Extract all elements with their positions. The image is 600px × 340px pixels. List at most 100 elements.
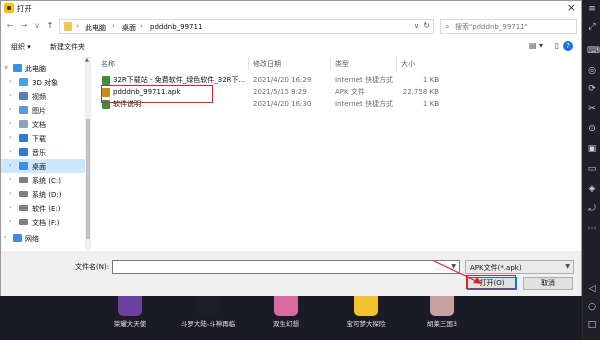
breadcrumb-folder[interactable]: pdddnb_99711 bbox=[150, 23, 202, 31]
keyboard-icon[interactable]: ⌨ bbox=[587, 46, 600, 56]
chevron-right-icon[interactable]: › bbox=[9, 176, 11, 183]
fullscreen-icon[interactable]: ⤢ bbox=[587, 22, 597, 32]
dialog-titlebar: 打开 × bbox=[1, 1, 581, 15]
download-icon bbox=[19, 134, 28, 142]
chevron-right-icon[interactable]: › bbox=[4, 234, 6, 241]
cancel-button[interactable]: 取消 bbox=[523, 277, 573, 290]
address-row: ← → ∨ ↑ › 此电脑 › 桌面 › pdddnb_99711 ∨ ↻ ⌕ bbox=[1, 15, 581, 37]
nav-item-pictures[interactable]: › 图片 bbox=[1, 103, 85, 117]
nav-item-drive-d[interactable]: › 系统 (D:) bbox=[1, 187, 85, 201]
nav-item-3d-objects[interactable]: › 3D 对象 bbox=[1, 75, 85, 89]
chevron-down-icon[interactable]: ∨ bbox=[414, 22, 419, 30]
dialog-footer: 文件名(N): ▼ APK文件(*.apk) ▼ 打开(O) 取消 bbox=[1, 251, 581, 296]
file-type: APK 文件 bbox=[335, 88, 365, 96]
annotation-highlight-open bbox=[466, 275, 516, 289]
nav-item-this-pc[interactable]: ∨ 此电脑 bbox=[1, 61, 85, 75]
filetype-value: APK文件(*.apk) bbox=[470, 264, 522, 272]
breadcrumb-separator: › bbox=[112, 22, 115, 30]
breadcrumb-separator: › bbox=[140, 22, 143, 30]
nav-item-desktop[interactable]: › 桌面 bbox=[1, 159, 85, 173]
menu-icon[interactable]: ≡ bbox=[587, 4, 597, 14]
chevron-right-icon[interactable]: › bbox=[9, 134, 11, 141]
computer-icon bbox=[13, 64, 22, 72]
chevron-right-icon[interactable]: › bbox=[9, 120, 11, 127]
breadcrumb-desktop[interactable]: 桌面 bbox=[122, 23, 136, 33]
forward-arrow-icon[interactable]: → bbox=[19, 20, 29, 32]
filename-label: 文件名(N): bbox=[75, 263, 110, 271]
folder-icon[interactable]: ▭ bbox=[587, 164, 597, 174]
chevron-down-icon[interactable]: ▼ bbox=[565, 263, 570, 270]
nav-item-drive-c[interactable]: › 系统 (C:) bbox=[1, 173, 85, 187]
chevron-right-icon[interactable]: › bbox=[9, 162, 11, 169]
nav-item-label: 视频 bbox=[32, 93, 46, 101]
preview-pane-icon[interactable]: ▯ bbox=[555, 41, 559, 50]
picture-icon bbox=[19, 106, 28, 114]
view-options-icon[interactable]: ▤ ▾ bbox=[529, 41, 543, 50]
new-folder-button[interactable]: 新建文件夹 bbox=[50, 42, 85, 52]
chevron-right-icon[interactable]: › bbox=[9, 190, 11, 197]
drive-icon bbox=[19, 191, 28, 197]
column-header-type[interactable]: 类型 bbox=[331, 57, 397, 71]
annotation-highlight-file bbox=[101, 85, 213, 103]
scrollbar-thumb[interactable] bbox=[86, 119, 90, 239]
nav-item-label: 下载 bbox=[32, 135, 46, 143]
game-name: 斗罗大陆-斗神再临 bbox=[180, 320, 236, 328]
file-size: 1 KB bbox=[422, 76, 439, 84]
drive-icon bbox=[19, 205, 28, 211]
search-input[interactable] bbox=[455, 21, 573, 32]
file-size: 1 KB bbox=[422, 100, 439, 108]
chevron-down-icon[interactable]: ∨ bbox=[32, 20, 42, 32]
home-icon[interactable]: ○ bbox=[587, 302, 597, 312]
filetype-select[interactable]: APK文件(*.apk) ▼ bbox=[465, 260, 574, 274]
rotate-icon[interactable]: ⤾ bbox=[587, 204, 597, 214]
address-bar[interactable]: › 此电脑 › 桌面 › pdddnb_99711 ∨ ↻ bbox=[59, 19, 434, 34]
chevron-down-icon[interactable]: ▼ bbox=[451, 263, 456, 270]
apk-install-icon[interactable]: ▣ bbox=[587, 144, 597, 154]
chevron-right-icon[interactable]: › bbox=[9, 218, 11, 225]
open-file-dialog: 打开 × ← → ∨ ↑ › 此电脑 › 桌面 › pdddnb_99711 ∨… bbox=[0, 0, 582, 296]
close-icon[interactable]: × bbox=[567, 1, 576, 14]
column-header-name[interactable]: 名称 bbox=[97, 57, 249, 71]
record-icon[interactable]: ⊙ bbox=[587, 124, 597, 134]
file-date: 2021/5/15 8:29 bbox=[253, 88, 307, 96]
chevron-right-icon[interactable]: › bbox=[9, 204, 11, 211]
nav-item-label: 3D 对象 bbox=[32, 79, 59, 87]
emulator-sidebar: ≡ ⤢ ⌨ ◎ ⟳ ✂ ⊙ ▣ ▭ ◈ ⤾ ⋯ ◁ ○ □ bbox=[582, 0, 600, 340]
nav-item-documents[interactable]: › 文档 bbox=[1, 117, 85, 131]
refresh-icon[interactable]: ↻ bbox=[423, 21, 430, 30]
shake-icon[interactable]: ◈ bbox=[587, 184, 597, 194]
chevron-right-icon[interactable]: › bbox=[9, 78, 11, 85]
file-date: 2021/4/20 16:30 bbox=[253, 100, 312, 108]
drive-icon bbox=[19, 219, 28, 225]
filename-input[interactable]: ▼ bbox=[112, 260, 460, 274]
scroll-up-icon[interactable]: ▲ bbox=[85, 57, 89, 63]
organize-button[interactable]: 组织 ▾ bbox=[11, 42, 31, 52]
navigation-pane: ∨ 此电脑 › 3D 对象 › 视频 › 图片 › 文档 › 下载 › 音乐 ›… bbox=[1, 57, 91, 250]
chevron-down-icon[interactable]: ∨ bbox=[4, 64, 8, 71]
sync-icon[interactable]: ⟳ bbox=[587, 84, 597, 94]
nav-item-label: 文档 bbox=[32, 121, 46, 129]
recent-icon[interactable]: □ bbox=[587, 320, 597, 330]
search-box[interactable]: ⌕ bbox=[440, 19, 577, 34]
chevron-right-icon[interactable]: › bbox=[9, 148, 11, 155]
nav-item-drive-f[interactable]: › 文档 (F:) bbox=[1, 215, 85, 229]
column-header-date[interactable]: 修改日期 bbox=[249, 57, 331, 71]
gamepad-icon[interactable]: ◎ bbox=[587, 66, 597, 76]
nav-item-network[interactable]: › 网络 bbox=[1, 231, 85, 245]
back-arrow-icon[interactable]: ← bbox=[5, 20, 15, 32]
more-icon[interactable]: ⋯ bbox=[587, 224, 597, 234]
search-icon: ⌕ bbox=[445, 22, 450, 31]
chevron-right-icon[interactable]: › bbox=[9, 106, 11, 113]
back-icon[interactable]: ◁ bbox=[587, 284, 597, 294]
nav-item-music[interactable]: › 音乐 bbox=[1, 145, 85, 159]
nav-item-downloads[interactable]: › 下载 bbox=[1, 131, 85, 145]
up-arrow-icon[interactable]: ↑ bbox=[45, 20, 55, 32]
chevron-right-icon[interactable]: › bbox=[9, 92, 11, 99]
nav-item-videos[interactable]: › 视频 bbox=[1, 89, 85, 103]
help-icon[interactable]: ? bbox=[563, 41, 573, 51]
nav-item-drive-e[interactable]: › 软件 (E:) bbox=[1, 201, 85, 215]
column-header-size[interactable]: 大小 bbox=[397, 57, 445, 71]
screenshot-icon[interactable]: ✂ bbox=[587, 104, 597, 114]
breadcrumb-this-pc[interactable]: 此电脑 bbox=[85, 23, 106, 33]
file-type: Internet 快捷方式 bbox=[335, 100, 394, 108]
